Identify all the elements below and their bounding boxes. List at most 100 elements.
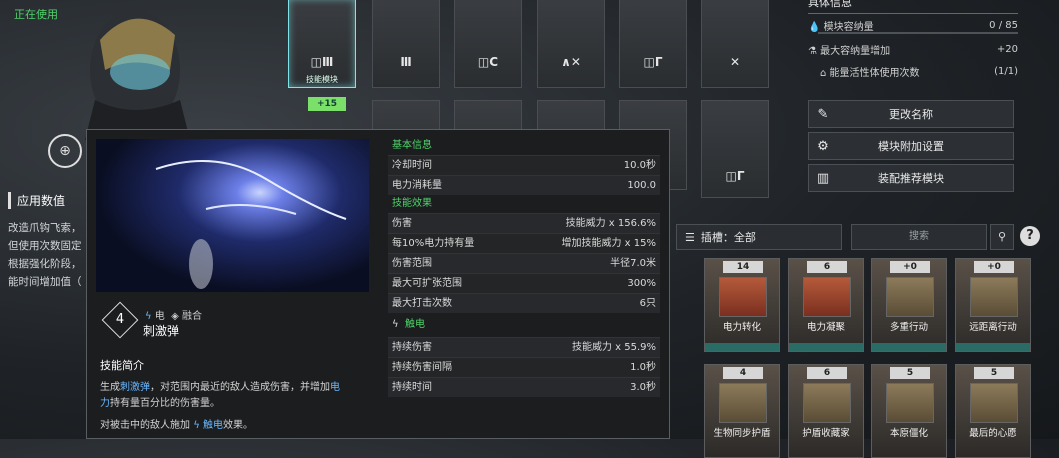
grapple-icon[interactable]: ⊕: [48, 134, 82, 168]
intro-highlight: 刺激弹: [120, 382, 150, 393]
energy-label: 能量活性体使用次数: [829, 67, 920, 79]
intro-text: 效果。: [222, 420, 253, 431]
slot-badge: +15: [308, 97, 346, 111]
tag-fusion: 融合: [182, 311, 203, 322]
capacity-value: 0 / 85: [989, 19, 1018, 31]
card-cost: 5: [890, 367, 930, 379]
card-image: [970, 277, 1018, 317]
card-edge: [789, 343, 863, 351]
module-slot[interactable]: Ⅲ: [372, 0, 440, 88]
stat-value: 增加技能威力 x 15%: [561, 238, 656, 249]
extra-settings-label: 模块附加设置: [878, 140, 944, 153]
card-image: [803, 277, 851, 317]
search-input[interactable]: 搜索: [851, 224, 987, 250]
stat-row: 伤害范围 半径7.0米: [388, 253, 660, 273]
stat-row: 持续时间 3.0秒: [388, 377, 660, 397]
max-capacity-row: ⚗ 最大容纳量增加 +20: [808, 38, 1018, 60]
card-name: 护盾收藏家: [802, 428, 850, 439]
module-card[interactable]: +0 多重行动: [871, 258, 947, 352]
max-capacity-value: +20: [996, 43, 1018, 55]
stat-row: 电力消耗量 100.0: [388, 175, 660, 195]
stat-row: 持续伤害间隔 1.0秒: [388, 357, 660, 377]
bars-icon: ▥: [816, 170, 830, 186]
stat-key: 伤害: [392, 218, 412, 229]
card-cost: 14: [723, 261, 763, 273]
module-card[interactable]: 5 最后的心愿: [955, 364, 1031, 458]
detail-info-title: 具体信息: [808, 0, 1018, 14]
stat-key: 伤害范围: [392, 258, 432, 269]
stat-value: 半径7.0米: [610, 258, 656, 269]
module-card[interactable]: 4 生物同步护盾: [704, 364, 780, 458]
slot-filter-dropdown[interactable]: ☰ 插槽：全部: [676, 224, 842, 250]
module-slot[interactable]: ◫Γ: [701, 100, 769, 198]
skill-intro-text: 生成刺激弹，对范围内最近的敌人造成伤害，并增加电 力持有量百分比的伤害量。 对被…: [100, 380, 370, 434]
card-name: 多重行动: [889, 322, 928, 333]
slot-caption: 技能模块: [306, 75, 338, 84]
card-edge: [705, 343, 779, 351]
recommend-button[interactable]: ▥ 装配推荐模块: [808, 164, 1014, 192]
energy-row: ⌂ 能量活性体使用次数 (1/1): [808, 60, 1018, 82]
gear-icon: ⚙: [817, 138, 829, 154]
drop-icon: 💧: [808, 21, 821, 33]
shock-header: ϟ 触电: [388, 313, 660, 337]
module-card[interactable]: 6 电力凝聚: [788, 258, 864, 352]
help-icon[interactable]: ?: [1020, 226, 1040, 246]
stat-row: 冷却时间 10.0秒: [388, 155, 660, 175]
slot-filter-label: 插槽：全部: [700, 231, 756, 244]
skill-number: 4: [115, 312, 125, 327]
applied-values-panel: 应用数值 改造爪钩飞索， 但使用次数固定 根据强化阶段， 能时间增加值（: [8, 192, 88, 406]
stat-key: 持续伤害: [392, 342, 432, 353]
card-cost: +0: [974, 261, 1014, 273]
card-image: [719, 383, 767, 423]
applied-line: 能时间增加值（: [8, 276, 82, 288]
module-card[interactable]: 6 护盾收藏家: [788, 364, 864, 458]
stat-key: 持续伤害间隔: [392, 362, 452, 373]
module-card[interactable]: 5 本原僵化: [871, 364, 947, 458]
slot-glyph: ◫Ⅲ: [310, 55, 334, 69]
module-slot[interactable]: ✕: [701, 0, 769, 88]
module-card[interactable]: +0 远距离行动: [955, 258, 1031, 352]
rename-label: 更改名称: [889, 108, 933, 121]
module-card[interactable]: 14 电力转化: [704, 258, 780, 352]
extra-settings-button[interactable]: ⚙ 模块附加设置: [808, 132, 1014, 160]
layers-icon: ☰: [685, 230, 695, 244]
stat-value: 1.0秒: [630, 362, 656, 373]
energy-icon: ⌂: [820, 67, 827, 79]
skill-tags: ϟ 电 ◈ 融合: [145, 307, 202, 322]
slot-glyph: ∧✕: [561, 55, 581, 69]
capacity-label: 模块容纳量: [823, 21, 874, 33]
card-image: [803, 383, 851, 423]
intro-text: 生成: [100, 382, 120, 393]
module-slot[interactable]: ◫Γ: [619, 0, 687, 88]
shock-icon: ϟ: [193, 420, 200, 431]
skill-preview-image: [96, 139, 369, 292]
skill-intro-header: 技能简介: [100, 359, 144, 372]
card-name: 远距离行动: [969, 322, 1017, 333]
applied-line: 根据强化阶段，: [8, 258, 82, 270]
card-name: 电力转化: [722, 322, 761, 333]
card-name: 最后的心愿: [969, 428, 1017, 439]
stat-key: 每10%电力持有量: [392, 238, 475, 249]
applied-line: 但使用次数固定: [8, 240, 82, 252]
stat-row: 持续伤害 技能威力 x 55.9%: [388, 337, 660, 357]
stat-key: 冷却时间: [392, 160, 432, 171]
card-image: [886, 277, 934, 317]
card-edge: [956, 343, 1030, 351]
skill-stats-table: 基本信息 冷却时间 10.0秒 电力消耗量 100.0 技能效果 伤害 技能威力 x …: [388, 137, 660, 397]
card-cost: 6: [807, 261, 847, 273]
stat-value: 3.0秒: [630, 382, 656, 393]
search-icon[interactable]: ⚲: [990, 224, 1014, 250]
module-slot[interactable]: ◫C: [454, 0, 522, 88]
slot-glyph: Ⅲ: [400, 55, 412, 69]
rename-button[interactable]: ✎ 更改名称: [808, 100, 1014, 128]
module-slot[interactable]: ◫Ⅲ 技能模块: [288, 0, 356, 88]
card-image: [886, 383, 934, 423]
stat-value: 100.0: [627, 180, 656, 191]
slot-glyph: ◫Γ: [643, 55, 663, 69]
applied-line: 改造爪钩飞索，: [8, 222, 82, 234]
module-slot[interactable]: ∧✕: [537, 0, 605, 88]
card-image: [970, 383, 1018, 423]
stat-row: 每10%电力持有量 增加技能威力 x 15%: [388, 233, 660, 253]
slot-glyph: ✕: [729, 55, 741, 69]
card-edge: [872, 343, 946, 351]
